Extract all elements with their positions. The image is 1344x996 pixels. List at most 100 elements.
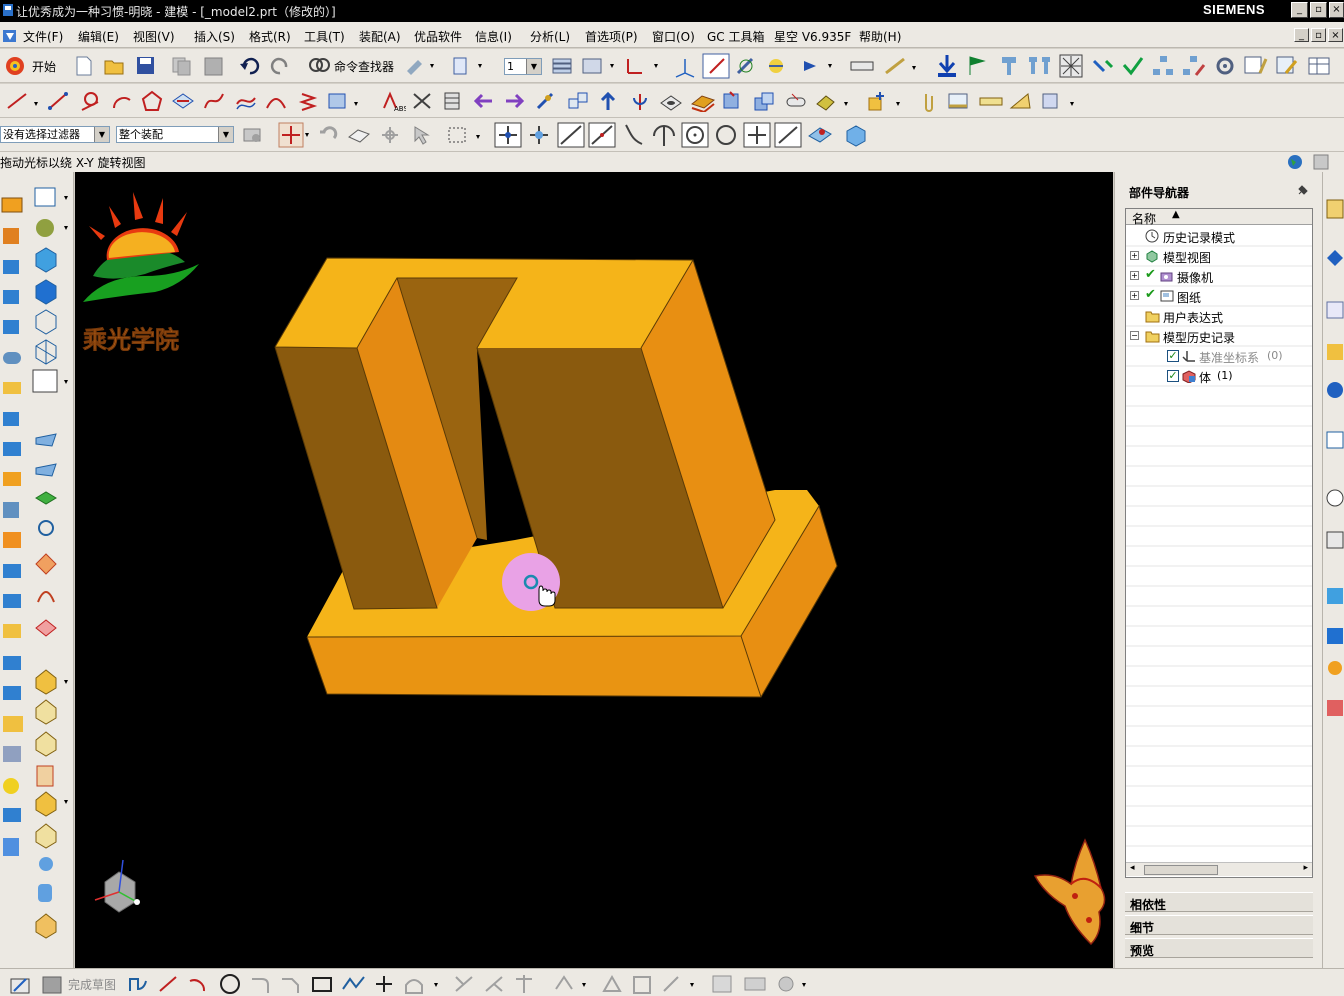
circle-line-icon[interactable] <box>78 90 104 112</box>
finish-sketch-label[interactable]: 完成草图 <box>68 976 116 993</box>
selection-filter-select[interactable]: 没有选择过滤器 ▼ <box>0 126 110 143</box>
chamfer-icon[interactable] <box>278 973 304 995</box>
command-finder-label[interactable]: 命令查找器 <box>334 58 394 75</box>
menu-info[interactable]: 信息(I) <box>475 28 512 45</box>
boss-icon[interactable] <box>690 90 716 112</box>
extract-curve-icon[interactable]: ABS <box>380 90 406 112</box>
snap-body-icon[interactable] <box>842 122 870 148</box>
redo-icon[interactable] <box>270 55 294 77</box>
text-curve-icon[interactable] <box>326 90 364 112</box>
minimize-button[interactable]: _ <box>1291 2 1308 18</box>
tree-item-history-mode[interactable]: 历史记录模式 <box>1125 226 1313 246</box>
expand-icon[interactable]: + <box>1130 251 1139 260</box>
paste-icon[interactable] <box>202 55 226 77</box>
menu-view[interactable]: 视图(V) <box>133 28 175 45</box>
offset-curve-icon[interactable] <box>402 973 442 995</box>
selection-box-icon[interactable] <box>346 124 372 146</box>
feature-group-icon[interactable] <box>866 90 906 112</box>
tree-item-body[interactable]: ✓ 体 (1) <box>1125 366 1313 386</box>
open-folder-icon[interactable] <box>103 55 127 77</box>
text-format-icon[interactable] <box>1242 53 1268 79</box>
sketch-circle-icon[interactable] <box>218 973 244 995</box>
horizontal-scrollbar[interactable]: ◂ ▸ <box>1126 862 1312 876</box>
table-icon[interactable] <box>1306 53 1336 79</box>
doc-close-button[interactable]: × <box>1328 28 1343 42</box>
tree-edit-icon[interactable] <box>1180 53 1206 79</box>
preview-panel[interactable]: 预览 ⌄ <box>1125 938 1313 958</box>
expand-icon[interactable]: + <box>1130 291 1139 300</box>
layer-settings-icon[interactable] <box>550 55 576 77</box>
tree-item-datum-csys[interactable]: ✓ 基准坐标系 (0) <box>1125 346 1313 366</box>
quick-trim-icon[interactable] <box>452 973 478 995</box>
layer-select[interactable]: 1 ▼ <box>504 58 542 75</box>
quick-pick-icon[interactable] <box>378 124 404 146</box>
snap-tangent-icon[interactable] <box>620 122 648 148</box>
split-curve-icon[interactable] <box>440 90 464 112</box>
rectangle-select-icon[interactable] <box>446 124 486 146</box>
column-header[interactable]: 名称 ▲ <box>1126 209 1312 226</box>
quick-extend-icon[interactable] <box>482 973 508 995</box>
alternate-solution-icon[interactable] <box>774 973 812 995</box>
offset-curve-icon[interactable] <box>234 90 258 112</box>
snap-endpoint-icon[interactable] <box>494 122 522 148</box>
menu-window[interactable]: 窗口(O) <box>652 28 695 45</box>
layout-icon[interactable] <box>1312 153 1330 171</box>
new-file-icon[interactable] <box>74 55 94 77</box>
undo-selection-icon[interactable] <box>316 124 340 146</box>
start-icon[interactable] <box>4 55 28 77</box>
scrollbar-thumb[interactable] <box>1144 865 1218 875</box>
csys-dynamic-icon[interactable] <box>702 53 730 79</box>
start-label[interactable]: 开始 <box>32 58 56 75</box>
doc-restore-button[interactable]: ▫ <box>1311 28 1326 42</box>
show-constraints-icon[interactable] <box>710 973 738 995</box>
polygon-icon[interactable] <box>140 90 164 112</box>
studio-spline-icon[interactable] <box>340 973 368 995</box>
flag-icon[interactable] <box>964 53 990 79</box>
model-canvas[interactable]: 乘光学院 <box>75 172 1113 968</box>
ruler-icon[interactable] <box>978 90 1004 112</box>
menu-xingkong[interactable]: 星空 V6.935F <box>774 28 851 45</box>
arc-icon[interactable] <box>110 90 134 112</box>
tree-item-model-history[interactable]: − 模型历史记录 <box>1125 326 1313 346</box>
import-download-icon[interactable] <box>934 53 960 79</box>
make-corner-icon[interactable] <box>512 973 538 995</box>
expand-icon[interactable]: + <box>1130 271 1139 280</box>
tree-item-user-expressions[interactable]: 用户表达式 <box>1125 306 1313 326</box>
tree-item-cameras[interactable]: + ✔ 摄像机 <box>1125 266 1313 286</box>
fastener-icon[interactable] <box>996 53 1022 79</box>
menu-format[interactable]: 格式(R) <box>249 28 291 45</box>
grid-snap-icon[interactable] <box>1058 53 1084 79</box>
pin-icon[interactable] <box>1295 184 1309 198</box>
pad-icon[interactable] <box>752 90 776 112</box>
sketch-icon[interactable] <box>8 973 34 995</box>
menu-assembly[interactable]: 装配(A) <box>359 28 401 45</box>
analysis-group-icon[interactable] <box>1040 90 1080 112</box>
menu-edit[interactable]: 编辑(E) <box>78 28 119 45</box>
arrow-right-icon[interactable] <box>502 90 526 112</box>
visibility-checkbox[interactable]: ✓ <box>1167 350 1179 362</box>
measure-distance-icon[interactable] <box>848 55 876 77</box>
line-icon[interactable] <box>4 90 44 112</box>
snap-midpoint-icon[interactable] <box>525 122 553 148</box>
maximize-button[interactable]: ▫ <box>1310 2 1327 18</box>
copy-icon[interactable] <box>170 55 194 77</box>
model-body[interactable] <box>274 257 838 698</box>
finish-sketch-icon[interactable] <box>40 973 66 995</box>
graphics-window[interactable]: 乘光学院 <box>75 172 1113 968</box>
tree-item-drawings[interactable]: + ✔ 图纸 <box>1125 286 1313 306</box>
line-points-icon[interactable] <box>46 90 70 112</box>
details-panel[interactable]: 细节 ⌄ <box>1125 915 1313 935</box>
bolt-pattern-icon[interactable] <box>1026 53 1054 79</box>
sketch-line-icon[interactable] <box>156 973 182 995</box>
arrow-left-icon[interactable] <box>472 90 496 112</box>
menu-preferences[interactable]: 首选项(P) <box>585 28 638 45</box>
tree-icon[interactable] <box>1150 53 1176 79</box>
app-menu-icon[interactable] <box>2 28 18 44</box>
snap-face-icon[interactable] <box>806 122 834 148</box>
cursor-select-icon[interactable] <box>410 124 436 146</box>
animate-dimension-icon[interactable] <box>742 973 770 995</box>
menu-analysis[interactable]: 分析(L) <box>530 28 570 45</box>
csys-orient-icon[interactable] <box>764 55 788 77</box>
doc-minimize-button[interactable]: _ <box>1294 28 1309 42</box>
csys-origin-icon[interactable] <box>672 53 698 79</box>
